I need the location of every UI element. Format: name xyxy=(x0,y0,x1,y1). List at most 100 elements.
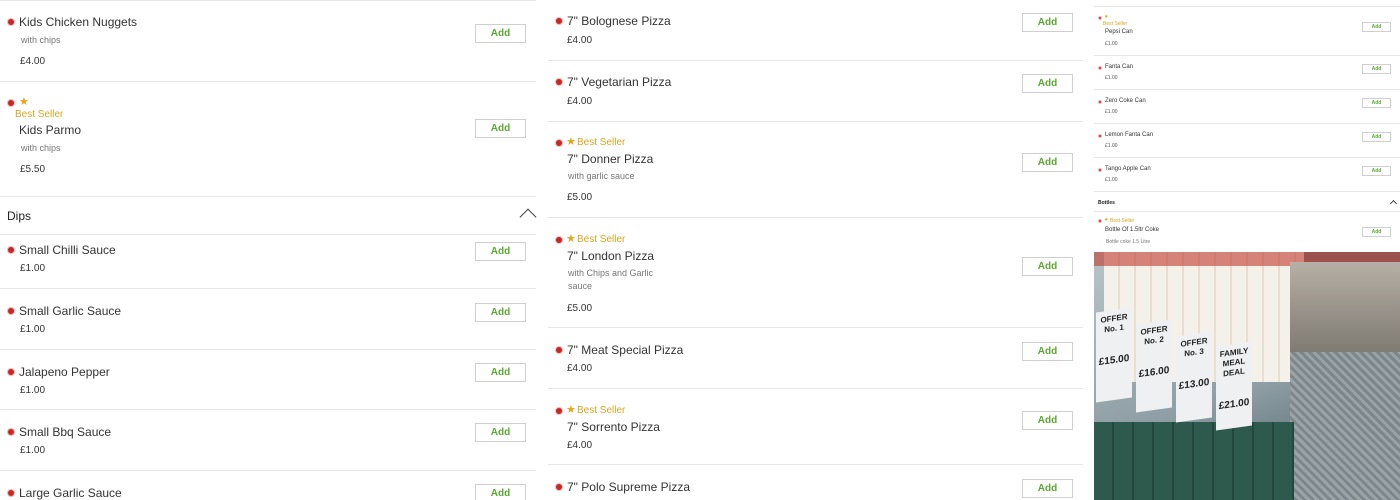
item-name: 7" Meat Special Pizza xyxy=(567,343,684,357)
dot-icon xyxy=(555,139,563,147)
add-button[interactable]: Add xyxy=(1362,166,1391,176)
photo-extractor-hood xyxy=(1290,262,1400,352)
add-button[interactable]: Add xyxy=(1362,64,1391,74)
dot-icon xyxy=(7,428,15,436)
star-icon: ★ xyxy=(566,136,576,148)
menu-item[interactable]: ★ Best Seller 7" Sorrento Pizza £4.00 Ad… xyxy=(548,389,1083,465)
dot-icon xyxy=(1098,16,1102,20)
add-button[interactable]: Add xyxy=(1022,411,1073,430)
add-button[interactable]: Add xyxy=(475,119,526,138)
item-name: 7" Sorrento Pizza xyxy=(567,420,660,434)
menu-item[interactable]: Zero Coke Can £1.00 Add xyxy=(1094,90,1400,124)
add-button[interactable]: Add xyxy=(1362,227,1391,237)
add-button[interactable]: Add xyxy=(1362,22,1391,32)
item-name: Kids Chicken Nuggets xyxy=(19,15,138,29)
category-header-bottles[interactable]: Bottles xyxy=(1094,192,1400,212)
add-button[interactable]: Add xyxy=(1022,153,1073,172)
menu-item[interactable]: 7" Polo Supreme Pizza Add xyxy=(548,465,1083,500)
item-name: Lemon Fanta Can xyxy=(1105,132,1154,138)
menu-item[interactable]: Jalapeno Pepper £1.00 Add xyxy=(0,350,536,410)
menu-item[interactable]: Kids Chicken Nuggets with chips £4.00 Ad… xyxy=(0,0,536,82)
add-button[interactable]: Add xyxy=(1022,257,1073,276)
offer-card: OFFER No. 3 £13.00 xyxy=(1176,331,1212,423)
add-button[interactable]: Add xyxy=(1362,98,1391,108)
item-price: £1.00 xyxy=(1105,177,1118,183)
menu-item[interactable]: Tango Apple Can £1.00 Add xyxy=(1094,158,1400,192)
add-button[interactable]: Add xyxy=(1022,13,1073,32)
item-price: £1.00 xyxy=(20,324,46,335)
item-description: with chips xyxy=(21,143,61,153)
add-button[interactable]: Add xyxy=(1022,342,1073,361)
menu-item[interactable]: ★ Best Seller Bottle Of 1.5ltr Coke Bott… xyxy=(1094,212,1400,252)
category-title: Bottles xyxy=(1098,200,1115,206)
menu-item[interactable]: Large Garlic Sauce Add xyxy=(0,471,536,500)
item-name: Small Chilli Sauce xyxy=(19,243,116,257)
dot-icon xyxy=(7,489,15,497)
menu-item[interactable]: Lemon Fanta Can £1.00 Add xyxy=(1094,124,1400,158)
menu-item[interactable]: ★ Best Seller 7" Donner Pizza with garli… xyxy=(548,122,1083,218)
dot-icon xyxy=(1098,100,1102,104)
item-name: Large Garlic Sauce xyxy=(19,486,122,500)
menu-item[interactable]: 7" Bolognese Pizza £4.00 Add xyxy=(548,0,1083,61)
dot-icon xyxy=(7,99,15,107)
add-button[interactable]: Add xyxy=(475,423,526,442)
offer-price: £21.00 xyxy=(1218,396,1250,413)
item-description: with garlic sauce xyxy=(568,171,635,181)
menu-item[interactable]: ★ Best Seller Kids Parmo with chips £5.5… xyxy=(0,82,536,197)
menu-item[interactable]: ★ Best Seller 7" London Pizza with Chips… xyxy=(548,218,1083,328)
item-price: £1.00 xyxy=(1105,109,1118,115)
item-price: £1.00 xyxy=(1105,41,1118,47)
menu-item[interactable]: Small Garlic Sauce £1.00 Add xyxy=(0,289,536,350)
add-button[interactable]: Add xyxy=(1022,74,1073,93)
offer-title: OFFER No. 2 xyxy=(1140,324,1168,347)
item-name: 7" Donner Pizza xyxy=(567,152,654,166)
star-icon: ★ xyxy=(19,96,29,108)
menu-item[interactable]: 7" Meat Special Pizza £4.00 Add xyxy=(548,328,1083,389)
star-icon: ★ xyxy=(1104,217,1109,223)
offer-price: £16.00 xyxy=(1138,364,1170,381)
menu-item[interactable]: Small Chilli Sauce £1.00 Add xyxy=(0,235,536,289)
item-price: £5.50 xyxy=(20,164,46,175)
add-button[interactable]: Add xyxy=(475,24,526,43)
item-price: £1.00 xyxy=(20,445,46,456)
item-name: 7" London Pizza xyxy=(567,249,654,263)
add-button[interactable]: Add xyxy=(1022,479,1073,498)
menu-column-left: Kids Chicken Nuggets with chips £4.00 Ad… xyxy=(0,0,540,500)
item-price: £4.00 xyxy=(567,440,593,451)
add-button[interactable]: Add xyxy=(1362,132,1391,142)
category-header-dips[interactable]: Dips xyxy=(0,197,537,235)
item-price: £5.00 xyxy=(567,192,593,203)
offer-title: OFFER No. 1 xyxy=(1100,312,1128,335)
item-name: Pepsi Can xyxy=(1105,29,1133,35)
item-price: £4.00 xyxy=(567,363,593,374)
menu-item[interactable]: ★ Best Seller Pepsi Can £1.00 Add xyxy=(1094,7,1400,56)
item-name: 7" Vegetarian Pizza xyxy=(567,75,672,89)
add-button[interactable]: Add xyxy=(475,363,526,382)
offer-title: FAMILY MEAL DEAL xyxy=(1219,345,1249,379)
star-icon: ★ xyxy=(1104,14,1109,20)
offer-card: OFFER No. 2 £16.00 xyxy=(1136,319,1172,413)
item-name: 7" Bolognese Pizza xyxy=(567,14,671,28)
dot-icon xyxy=(1098,134,1102,138)
item-name: Bottle Of 1.5ltr Coke xyxy=(1105,227,1160,233)
menu-item[interactable]: Small Bbq Sauce £1.00 Add xyxy=(0,410,536,471)
add-button[interactable]: Add xyxy=(475,484,526,500)
menu-column-right: ★ Best Seller Pepsi Can £1.00 Add Fanta … xyxy=(1094,0,1400,500)
item-name: Tango Apple Can xyxy=(1105,166,1151,172)
dot-icon xyxy=(1098,219,1102,223)
dot-icon xyxy=(1098,66,1102,70)
menu-item[interactable]: 7" Vegetarian Pizza £4.00 Add xyxy=(548,61,1083,122)
menu-item[interactable]: Fanta Can £1.00 Add xyxy=(1094,56,1400,90)
add-button[interactable]: Add xyxy=(475,242,526,261)
dot-icon xyxy=(555,407,563,415)
photo-steel-counter xyxy=(1290,352,1400,500)
chevron-up-icon[interactable] xyxy=(519,208,537,226)
chevron-up-icon[interactable] xyxy=(1389,199,1398,208)
add-button[interactable]: Add xyxy=(475,303,526,322)
dot-icon xyxy=(555,346,563,354)
item-name: Small Bbq Sauce xyxy=(19,425,112,439)
item-description: with Chips and Garlic sauce xyxy=(568,268,654,291)
item-price: £1.00 xyxy=(1105,75,1118,81)
best-seller-badge: Best Seller xyxy=(15,109,64,120)
dot-icon xyxy=(7,307,15,315)
